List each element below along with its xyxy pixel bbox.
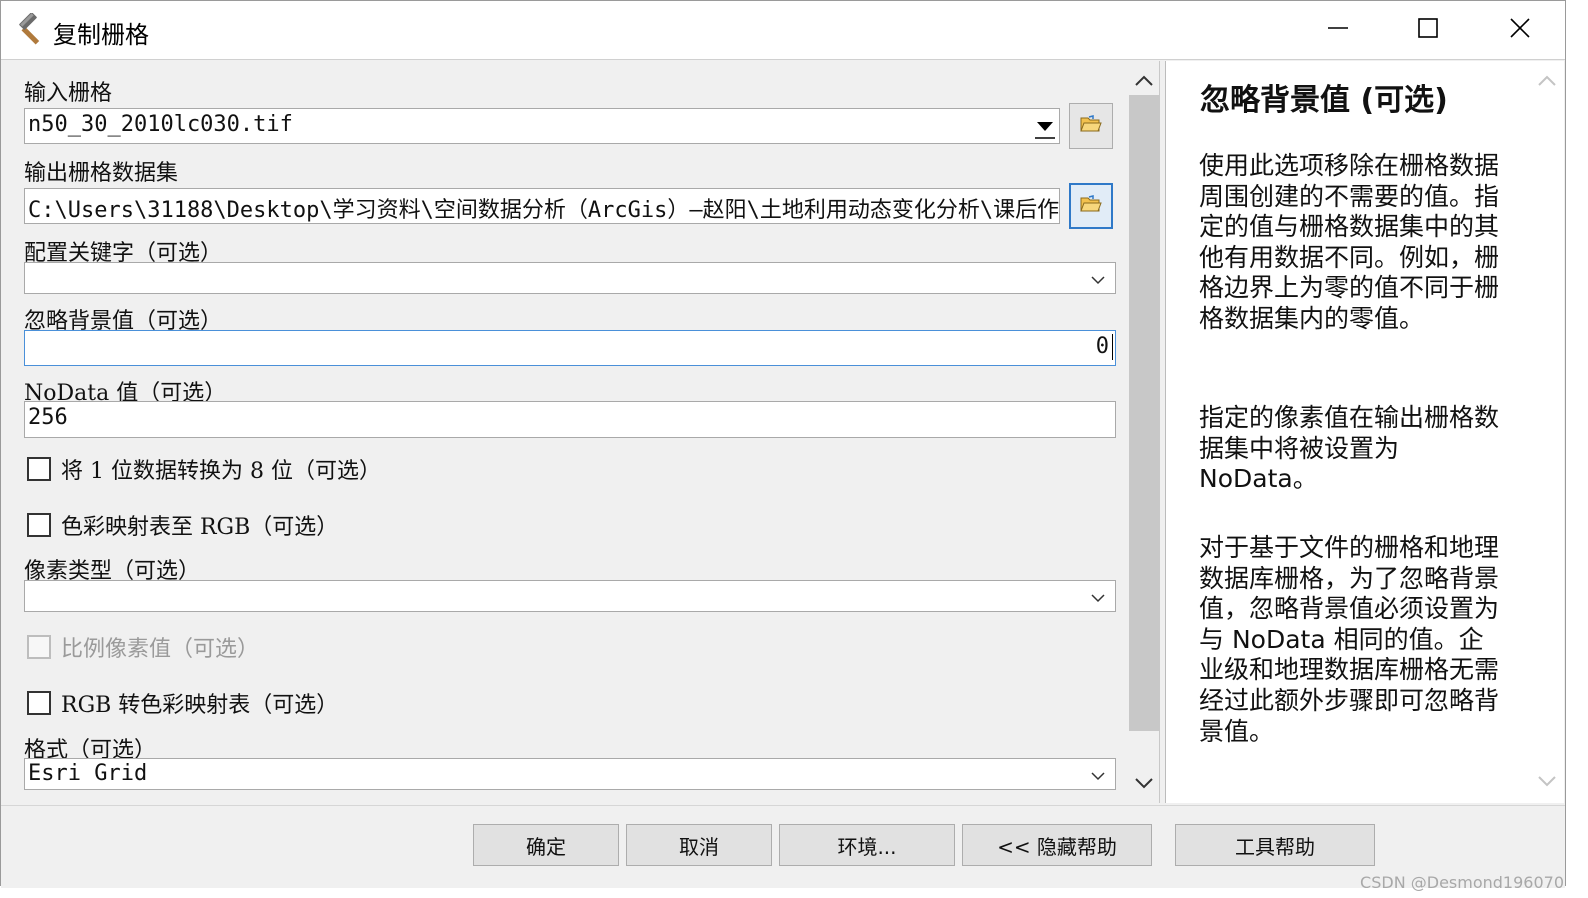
scale-pixel-checkbox — [27, 635, 51, 659]
chevron-down-icon — [1089, 271, 1107, 289]
format-dropdown[interactable]: Esri Grid — [24, 758, 1116, 790]
convert-1bit-label: 将 1 位数据转换为 8 位（可选） — [61, 459, 381, 484]
ignore-background-input[interactable]: 0 — [24, 330, 1116, 366]
output-raster-field[interactable]: C:\Users\31188\Desktop\学习资料\空间数据分析（ArcGi… — [24, 188, 1060, 224]
maximize-button[interactable] — [1383, 1, 1473, 59]
rgb-to-colormap-checkbox-row[interactable]: RGB 转色彩映射表（可选） — [27, 687, 338, 719]
tool-help-button[interactable]: 工具帮助 — [1175, 824, 1375, 866]
chevron-down-icon — [1089, 767, 1107, 785]
environments-button[interactable]: 环境... — [779, 824, 955, 866]
output-raster-browse-button[interactable] — [1069, 183, 1113, 229]
input-raster-browse-button[interactable] — [1069, 103, 1113, 149]
chevron-up-icon[interactable] — [1537, 71, 1557, 95]
parameter-scrollbar[interactable] — [1127, 61, 1159, 803]
hammer-icon — [15, 12, 49, 47]
help-paragraph-1: 使用此选项移除在栅格数据周围创建的不需要的值。指定的值与栅格数据集中的其他有用数… — [1199, 151, 1500, 333]
output-raster-label: 输出栅格数据集 — [24, 161, 179, 186]
ok-button[interactable]: 确定 — [473, 824, 619, 866]
nodata-value: 256 — [28, 405, 68, 430]
input-raster-label: 输入栅格 — [24, 81, 113, 106]
rgb-to-colormap-checkbox[interactable] — [27, 691, 51, 715]
scrollbar-thumb[interactable] — [1129, 95, 1159, 731]
parameter-panel: 输入栅格 n50_30_2010lc030.tif 输出栅格数据集 C:\Use… — [3, 61, 1160, 803]
colormap-to-rgb-checkbox[interactable] — [27, 513, 51, 537]
window-title: 复制栅格 — [53, 21, 149, 49]
nodata-input[interactable]: 256 — [24, 401, 1116, 438]
help-paragraph-2: 指定的像素值在输出栅格数据集中将被设置为 NoData。 — [1199, 403, 1500, 494]
watermark: CSDN @Desmond196070 — [1360, 873, 1564, 892]
chevron-down-icon — [1089, 589, 1107, 607]
config-keyword-dropdown[interactable] — [24, 262, 1116, 294]
help-paragraph-3: 对于基于文件的栅格和地理数据库栅格，为了忽略背景值，忽略背景值必须设置为与 No… — [1199, 533, 1500, 746]
dialog-window: 复制栅格 输入栅格 n50_30_2010lc030.tif 输出栅格数据集 C… — [0, 0, 1566, 888]
chevron-down-icon[interactable] — [1537, 771, 1557, 795]
close-button[interactable] — [1475, 1, 1565, 59]
maximize-icon — [1417, 17, 1439, 43]
help-scrollbar[interactable] — [1530, 61, 1564, 803]
format-value: Esri Grid — [28, 761, 148, 786]
pixel-type-dropdown[interactable] — [24, 580, 1116, 612]
button-bar: 确定 取消 环境... << 隐藏帮助 工具帮助 — [1, 805, 1565, 888]
folder-open-icon — [1080, 115, 1102, 137]
scale-pixel-checkbox-row: 比例像素值（可选） — [27, 631, 259, 663]
chevron-up-icon[interactable] — [1134, 71, 1154, 91]
dropdown-arrow-icon[interactable] — [1033, 109, 1057, 142]
input-raster-combobox[interactable]: n50_30_2010lc030.tif — [24, 108, 1060, 144]
text-caret — [1112, 334, 1113, 360]
hide-help-button[interactable]: << 隐藏帮助 — [962, 824, 1152, 866]
ignore-background-value: 0 — [1095, 334, 1109, 359]
convert-1bit-checkbox-row[interactable]: 将 1 位数据转换为 8 位（可选） — [27, 453, 381, 485]
scale-pixel-label: 比例像素值（可选） — [61, 637, 260, 662]
convert-1bit-checkbox[interactable] — [27, 457, 51, 481]
colormap-to-rgb-label: 色彩映射表至 RGB（可选） — [61, 515, 339, 540]
chevron-down-icon[interactable] — [1134, 773, 1154, 793]
title-bar[interactable]: 复制栅格 — [1, 1, 1565, 60]
output-raster-value: C:\Users\31188\Desktop\学习资料\空间数据分析（ArcGi… — [28, 198, 1060, 223]
minimize-icon — [1327, 17, 1349, 43]
cancel-button[interactable]: 取消 — [626, 824, 772, 866]
close-icon — [1509, 17, 1531, 43]
help-title: 忽略背景值 (可选) — [1200, 83, 1448, 118]
input-raster-value: n50_30_2010lc030.tif — [28, 112, 293, 137]
minimize-button[interactable] — [1293, 1, 1383, 59]
folder-open-icon — [1080, 195, 1102, 217]
rgb-to-colormap-label: RGB 转色彩映射表（可选） — [61, 693, 339, 718]
colormap-to-rgb-checkbox-row[interactable]: 色彩映射表至 RGB（可选） — [27, 509, 338, 541]
help-panel: 忽略背景值 (可选) 使用此选项移除在栅格数据周围创建的不需要的值。指定的值与栅… — [1165, 61, 1564, 803]
